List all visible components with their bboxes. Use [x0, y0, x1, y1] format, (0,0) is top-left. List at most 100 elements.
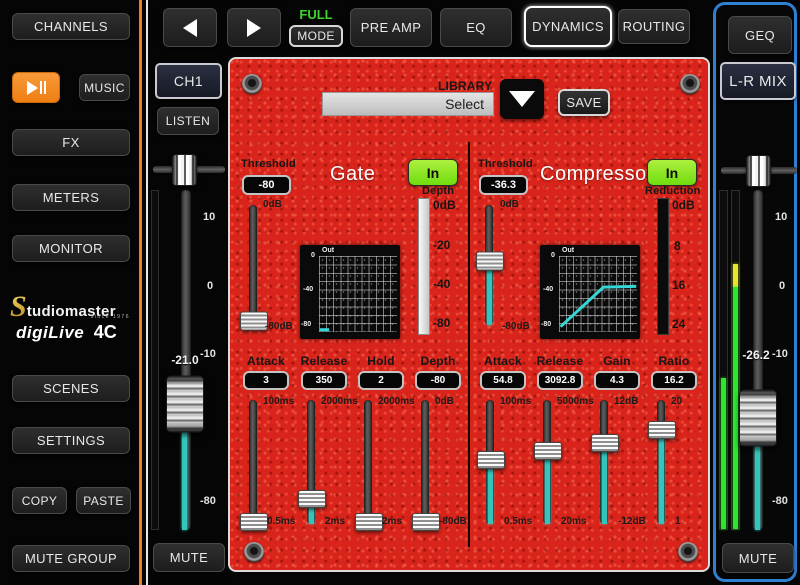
param-range-bottom: 2ms	[382, 516, 402, 527]
param-handle[interactable]	[477, 451, 505, 469]
param-value: 4.3	[594, 371, 640, 390]
mute-group-button[interactable]: MUTE GROUP	[12, 545, 130, 572]
param-label: Ratio	[648, 354, 700, 368]
play-pause-button[interactable]	[12, 72, 60, 103]
reduction-meter-label: Reduction	[645, 185, 701, 197]
gate-title: Gate	[330, 163, 375, 186]
param-range-top: 2000ms	[378, 396, 415, 407]
meter-green-segment	[721, 378, 726, 529]
gate-transfer-graph: Out 0 -40 -80	[300, 245, 400, 339]
monitor-button[interactable]: MONITOR	[12, 235, 130, 262]
left-fader-value: -21.0	[163, 353, 207, 367]
param-teal	[545, 451, 550, 524]
copy-button[interactable]: COPY	[12, 487, 67, 514]
param-label: Depth	[412, 354, 464, 368]
reduction-meter-tick: 24	[672, 317, 685, 331]
master-fader[interactable]: -26.2	[732, 190, 782, 530]
param-handle[interactable]	[591, 434, 619, 452]
left-fader-knob[interactable]	[166, 376, 204, 433]
param-slider[interactable]	[411, 400, 439, 524]
channels-button[interactable]: CHANNELS	[12, 13, 130, 40]
library-label: LIBRARY	[438, 79, 492, 93]
gate-curve	[319, 256, 397, 332]
save-label: SAVE	[566, 95, 601, 110]
gate-meter-tick: 0dB	[433, 198, 456, 212]
tab-dynamics[interactable]: DYNAMICS	[524, 6, 612, 47]
paste-button[interactable]: PASTE	[76, 487, 131, 514]
tab-dynamics-label: DYNAMICS	[532, 19, 604, 34]
fx-button[interactable]: FX	[12, 129, 130, 156]
gate-depth-meter-label: Depth	[422, 185, 454, 197]
paste-label: PASTE	[83, 494, 123, 508]
arrow-right-icon	[247, 19, 261, 37]
param-slider[interactable]	[239, 400, 267, 524]
compressor-threshold-slider[interactable]	[476, 205, 502, 325]
param-handle[interactable]	[412, 513, 440, 531]
compressor-in-button[interactable]: In	[647, 159, 697, 186]
tab-eq[interactable]: EQ	[440, 8, 512, 47]
library-select[interactable]: Select	[322, 92, 494, 116]
sidebar: CHANNELS MUSIC FX METERS MONITOR Studiom…	[0, 0, 138, 585]
prev-channel-button[interactable]	[163, 8, 217, 47]
fx-label: FX	[62, 135, 79, 150]
param-range-top: 5000ms	[557, 396, 594, 407]
param-slider[interactable]	[297, 400, 325, 524]
reduction-meter	[657, 198, 669, 335]
music-label: MUSIC	[84, 81, 125, 95]
gate-threshold-slider[interactable]	[240, 205, 266, 325]
mute-group-label: MUTE GROUP	[25, 551, 117, 566]
param-slider[interactable]	[476, 400, 504, 524]
param-value: 16.2	[651, 371, 697, 390]
save-button[interactable]: SAVE	[558, 89, 610, 116]
mode-button[interactable]: MODE	[289, 25, 343, 47]
param-range-bottom: -80dB	[439, 516, 467, 527]
param-slider[interactable]	[590, 400, 618, 524]
param-handle[interactable]	[648, 421, 676, 439]
master-fader-value: -26.2	[734, 348, 778, 362]
brand-tagline: since 1976	[91, 314, 130, 320]
compressor-threshold-range-top: 0dB	[500, 199, 519, 210]
compressor-threshold-handle[interactable]	[476, 252, 504, 271]
param-handle[interactable]	[240, 513, 268, 531]
graph-ytick: -40	[303, 286, 313, 293]
param-handle[interactable]	[355, 513, 383, 531]
graph-ytick: 0	[311, 252, 315, 259]
gate-in-button[interactable]: In	[408, 159, 458, 186]
play-pause-icon	[27, 81, 46, 95]
param-range-bottom: 0.5ms	[267, 516, 295, 527]
music-button[interactable]: MUSIC	[79, 74, 130, 101]
settings-button[interactable]: SETTINGS	[12, 427, 130, 454]
param-handle[interactable]	[298, 490, 326, 508]
left-fader[interactable]: -21.0	[160, 190, 210, 530]
listen-button[interactable]: LISTEN	[157, 107, 219, 135]
param-slider[interactable]	[533, 400, 561, 524]
compressor-gain-control: Gain 4.3 12dB -12dB	[590, 354, 650, 530]
param-slider[interactable]	[354, 400, 382, 524]
param-range-top: 100ms	[500, 396, 531, 407]
geq-button[interactable]: GEQ	[728, 16, 792, 54]
graph-ytick: -80	[541, 321, 551, 328]
master-fader-knob[interactable]	[739, 389, 777, 446]
left-mute-button[interactable]: MUTE	[153, 543, 225, 572]
tab-routing[interactable]: ROUTING	[618, 9, 690, 44]
param-slider[interactable]	[647, 400, 675, 524]
meters-button[interactable]: METERS	[12, 184, 130, 211]
pan-knob[interactable]	[172, 154, 197, 186]
chevron-down-icon	[509, 91, 535, 107]
gate-threshold-handle[interactable]	[240, 312, 268, 331]
library-dropdown-button[interactable]	[500, 79, 544, 119]
param-range-top: 2000ms	[321, 396, 358, 407]
master-mute-button[interactable]: MUTE	[722, 543, 794, 573]
channel-select-button[interactable]: CH1	[155, 63, 222, 99]
scenes-button[interactable]: SCENES	[12, 375, 130, 402]
tab-preamp[interactable]: PRE AMP	[350, 8, 432, 47]
product-model: 4C	[94, 322, 117, 342]
master-pan-knob[interactable]	[746, 155, 771, 187]
compressor-title: Compressor	[540, 163, 654, 186]
param-handle[interactable]	[534, 442, 562, 460]
param-teal	[659, 430, 664, 524]
next-channel-button[interactable]	[227, 8, 281, 47]
reduction-meter-tick: 16	[672, 278, 685, 292]
master-select-button[interactable]: L-R MIX	[720, 62, 796, 100]
compressor-transfer-graph: Out 0 -40 -80	[540, 245, 640, 339]
